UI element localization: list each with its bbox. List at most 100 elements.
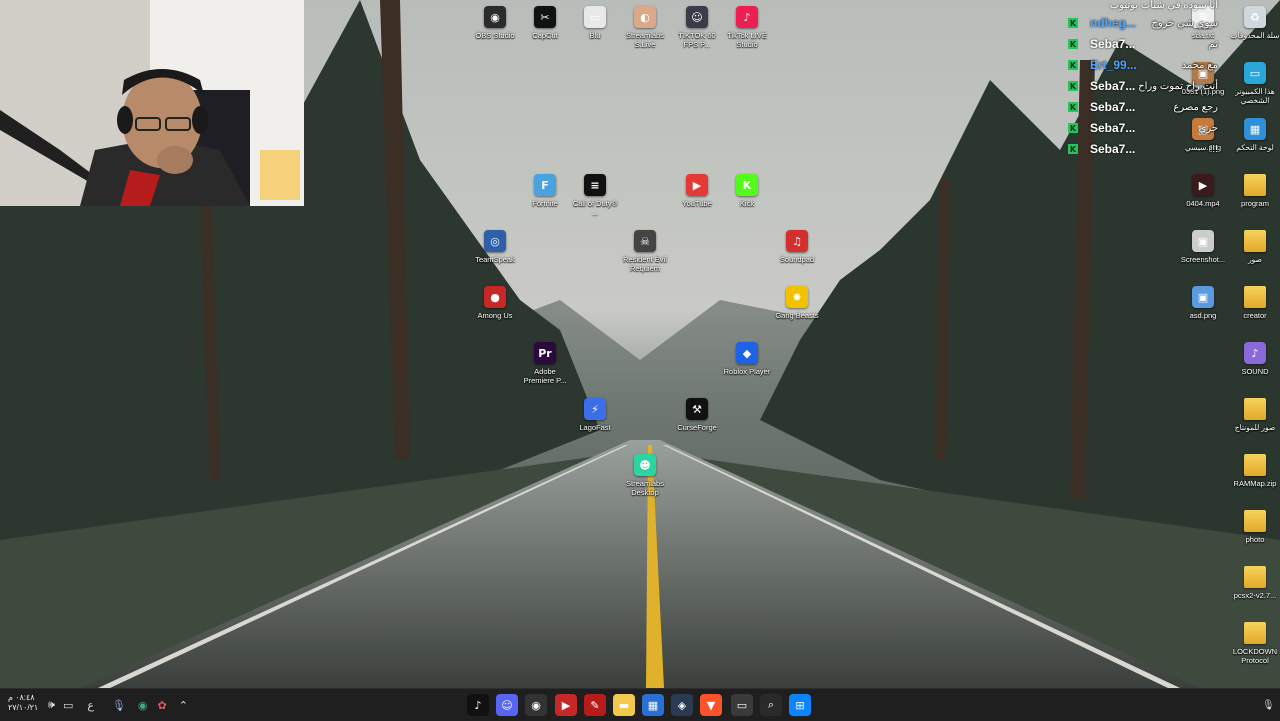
chat-username: Seba7... [1090,79,1136,93]
steam-icon[interactable]: ◈ [671,694,693,716]
desktop-shortcut[interactable]: ▶ YouTube [672,174,722,208]
desktop-folder[interactable]: photo [1230,510,1280,544]
desktop-item-label: صور للمونتاج [1234,423,1276,432]
desktop-shortcut[interactable]: ⚒ CurseForge [672,398,722,432]
video-app-icon[interactable]: ▶ [555,694,577,716]
desktop-item-label: LOCKDOWN Protocol [1232,647,1278,665]
recycle-bin-icon: ♻ [1244,6,1266,28]
desktop-shortcut[interactable]: K Kick [722,174,772,208]
desktop-folder[interactable]: program [1230,174,1280,208]
chat-text: رجع مصرع [1173,101,1218,113]
desktop-shortcut-label: Fortnite [532,199,558,208]
gangbeasts-icon: ✸ [786,286,808,308]
mic-tray-icon[interactable]: 🎙 [1262,689,1275,721]
desktop-shortcut[interactable]: ☠ Resident Evil Requiem [620,230,670,273]
fortnite-icon: F [534,174,556,196]
speaker-icon[interactable]: 🕪 [48,698,55,712]
obs-icon: ◉ [484,6,506,28]
desktop-folder[interactable]: creator [1230,286,1280,320]
tray-app-icon[interactable]: ◉ [138,699,148,712]
desktop-shortcut[interactable]: ☻ Streamlabs Desktop [620,454,670,497]
desktop-file[interactable]: ▦ لوحة التحكم [1230,118,1280,152]
kick-badge-icon: K [1068,123,1078,133]
chat-text: أنت راح تموت وراح [1138,80,1218,92]
kick-badge-icon: K [1068,60,1078,70]
desktop-folder[interactable]: صور [1230,230,1280,264]
desktop-file[interactable]: ▣ Screenshot... [1178,230,1228,264]
desktop-shortcut[interactable]: ◐ Streamlabs S.Live [620,6,670,49]
desktop-shortcut-label: Roblox Player [723,367,771,376]
store-icon[interactable]: ▦ [642,694,664,716]
kick-badge-icon: K [1068,102,1078,112]
desktop-shortcut[interactable]: ◎ TeamSpeak [470,230,520,264]
input-language[interactable]: ع [87,699,94,712]
file-icon: ▭ [584,6,606,28]
desktop-shortcut[interactable]: ♫ Soundpad [772,230,822,264]
tray-app2-icon[interactable]: ✿ [158,699,167,712]
chat-username: Seba7... [1090,100,1136,114]
file-explorer-icon[interactable]: ▬ [613,694,635,716]
chat-message: K Seba7... أنت راح تموت وراح [1068,77,1218,95]
chat-username: Seba7... [1090,37,1136,51]
desktop-folder[interactable]: pcsx2-v2.7... [1230,566,1280,600]
desktop-shortcut[interactable]: ≡ Call of Duty® ... [570,174,620,217]
roblox-icon: ◆ [736,342,758,364]
chat-message: K Seba7... ثم [1068,35,1218,53]
desktop-file[interactable]: ♻ سلة المحذوفات [1230,6,1280,40]
kick-badge-icon: K [1068,81,1078,91]
desktop-item-label: سلة المحذوفات [1230,31,1280,40]
desktop-file[interactable]: ▣ asd.png [1178,286,1228,320]
desktop-shortcut-label: Call of Duty® ... [572,199,618,217]
desktop-file[interactable]: ▭ هذا الكمبيوتر الشخصي [1230,62,1280,105]
webcam-overlay [0,0,304,206]
desktop-shortcut[interactable]: ◆ Roblox Player [722,342,772,376]
search-icon[interactable]: ⌕ [760,694,782,716]
chat-text: سوي شي خروج [1151,17,1218,29]
desktop-file[interactable]: ♪ SOUND [1230,342,1280,376]
microphone-icon[interactable]: 🎙 [112,699,126,712]
desktop-shortcut[interactable]: ✂ CapCut [520,6,570,40]
desktop-item-label: Screenshot... [1180,255,1226,264]
desktop-shortcut-label: TIKTOK 60 FPS P... [678,31,716,49]
desktop-shortcut[interactable]: ▭ Blu [570,6,620,40]
task-view-icon[interactable]: ▭ [731,694,753,716]
chevron-up-icon[interactable]: ⌃ [179,699,188,712]
desktop-shortcut[interactable]: ♪ TikTok LIVE Studio [722,6,772,49]
streamlabs-desktop-icon: ☻ [634,454,656,476]
desktop-item-label: لوحة التحكم [1236,143,1274,152]
computer-icon: ▭ [1244,62,1266,84]
desktop-shortcut[interactable]: ✸ Gang Beasts [772,286,822,320]
brave-icon[interactable]: ▼ [700,694,722,716]
desktop-folder[interactable]: صور للمونتاج [1230,398,1280,432]
network-icon[interactable]: ▭ [63,699,73,712]
desktop-shortcut[interactable]: ◉ OBS Studio [470,6,520,40]
desktop-item-label: photo [1245,535,1265,544]
desktop-shortcut-label: TikTok LIVE Studio [727,31,767,49]
taskbar-clock[interactable]: ٠٨:٤٨ م ٢٧/١٠/٢١ [8,693,38,713]
discord-icon[interactable]: ☺ [496,694,518,716]
desktop-item-label: pcsx2-v2.7... [1233,591,1277,600]
cod-icon: ≡ [584,174,606,196]
desktop-shortcut[interactable]: ● Among Us [470,286,520,320]
folder-icon [1244,622,1266,644]
desktop-shortcut[interactable]: F Fortnite [520,174,570,208]
soundpad-icon: ♫ [786,230,808,252]
obs-icon[interactable]: ◉ [525,694,547,716]
desktop-shortcut[interactable]: ☺ TIKTOK 60 FPS P... [672,6,722,49]
chat-message: K ndheg... سوي شي خروج [1068,14,1218,32]
re-icon: ☠ [634,230,656,252]
desktop-shortcut-label: LagoFast [579,423,611,432]
folder-icon [1244,510,1266,532]
desktop-shortcut-label: Soundpad [779,255,815,264]
windows-start-icon[interactable]: ⊞ [789,694,811,716]
desktop-shortcut[interactable]: ⚡ LagoFast [570,398,620,432]
tiktok-icon[interactable]: ♪ [467,694,489,716]
pdf-icon[interactable]: ✎ [584,694,606,716]
desktop-shortcut[interactable]: Pr Adobe Premiere P... [520,342,570,385]
chat-message: K Seba7... حري [1068,119,1218,137]
chat-text: حري [1198,122,1218,134]
desktop-folder[interactable]: RAMMap.zip [1230,454,1280,488]
kick-badge-icon: K [1068,144,1078,154]
desktop-folder[interactable]: LOCKDOWN Protocol [1230,622,1280,665]
chat-message: K Seba7... !!! [1068,140,1218,158]
